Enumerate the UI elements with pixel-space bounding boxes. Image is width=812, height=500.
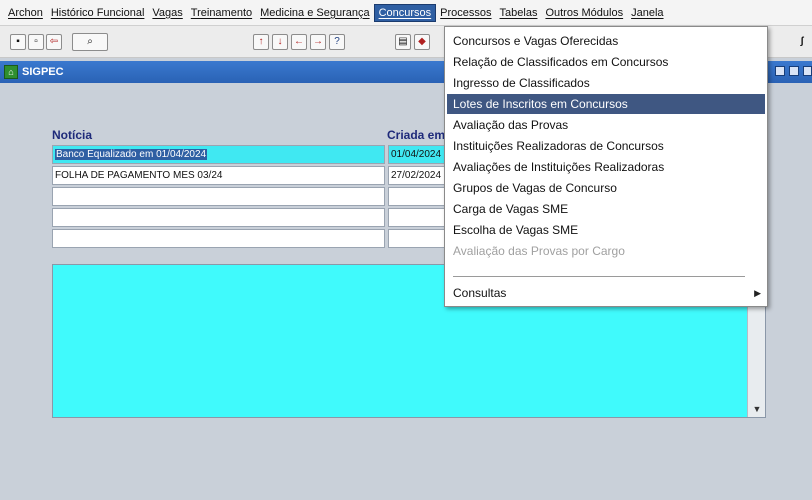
app-icon: ⌂ [4,65,18,79]
menu-item-avaliacoes-instituicoes[interactable]: Avaliações de Instituições Realizadoras [447,157,765,177]
next-record-icon[interactable]: → [310,34,326,50]
minimize-icon[interactable] [775,66,785,76]
menu-item-avaliacao-provas[interactable]: Avaliação das Provas [447,115,765,135]
menu-bar: Archon Histórico Funcional Vagas Treinam… [0,0,812,26]
exit-icon[interactable]: ⇦ [46,34,62,50]
criada-em-value: 01/04/2024 [391,149,442,160]
delete-icon[interactable]: ▫ [28,34,44,50]
submenu-arrow-icon: ▶ [754,288,761,298]
noticia-field[interactable] [52,187,385,206]
menu-item-avaliacao-provas-cargo: Avaliação das Provas por Cargo [453,244,625,258]
maximize-icon[interactable] [789,66,799,76]
menu-item-escolha-vagas-sme[interactable]: Escolha de Vagas SME [447,220,765,240]
menu-vagas[interactable]: Vagas [148,5,186,21]
previous-record-icon[interactable]: ← [291,34,307,50]
menu-outros-modulos[interactable]: Outros Módulos [541,5,627,21]
concursos-dropdown-menu: Concursos e Vagas Oferecidas Relação de … [444,26,768,307]
tool-icon[interactable]: ◆ [414,34,430,50]
window-title: SIGPEC [22,66,64,78]
query-icon[interactable]: ⌕ [72,33,108,51]
menu-concursos[interactable]: Concursos [373,3,437,22]
menu-medicina-seguranca[interactable]: Medicina e Segurança [256,5,373,21]
menu-item-lotes-inscritos[interactable]: Lotes de Inscritos em Concursos [447,94,765,114]
noticia-field[interactable]: FOLHA DE PAGAMENTO MES 03/24 [52,166,385,185]
menu-item-carga-vagas-sme[interactable]: Carga de Vagas SME [447,199,765,219]
criada-em-field[interactable] [388,229,448,248]
noticia-value: FOLHA DE PAGAMENTO MES 03/24 [55,170,223,181]
menu-historico-funcional[interactable]: Histórico Funcional [47,5,149,21]
noticia-header: Notícia [52,128,93,142]
menu-tabelas[interactable]: Tabelas [496,5,542,21]
menu-archon[interactable]: Archon [4,5,47,21]
print-icon[interactable]: ▤ [395,34,411,50]
menu-item-consultas[interactable]: Consultas [447,283,765,303]
menu-janela[interactable]: Janela [627,5,667,21]
noticia-field[interactable] [52,208,385,227]
menu-item-grupos-vagas[interactable]: Grupos de Vagas de Concurso [447,178,765,198]
menu-item-ingresso-classificados[interactable]: Ingresso de Classificados [447,73,765,93]
scroll-down-icon[interactable]: ▼ [751,403,763,415]
noticia-field[interactable] [52,229,385,248]
criada-em-field[interactable] [388,208,448,227]
noticia-value: Banco Equalizado em 01/04/2024 [55,149,208,160]
menu-item-concursos-vagas[interactable]: Concursos e Vagas Oferecidas [447,31,765,51]
menu-separator [453,276,745,277]
menu-treinamento[interactable]: Treinamento [187,5,256,21]
criada-em-value: 27/02/2024 [391,170,442,181]
menu-item-instituicoes-realizadoras[interactable]: Instituições Realizadoras de Concursos [447,136,765,156]
criada-em-field[interactable]: 27/02/2024 [388,166,448,185]
criada-em-header: Criada em [387,128,446,142]
menu-item-relacao-classificados[interactable]: Relação de Classificados em Concursos [447,52,765,72]
script-icon[interactable]: ʃ [794,34,810,50]
criada-em-field[interactable] [388,187,448,206]
help-icon[interactable]: ? [329,34,345,50]
menu-processos[interactable]: Processos [436,5,495,21]
noticia-field[interactable]: Banco Equalizado em 01/04/2024 [52,145,385,164]
first-record-icon[interactable]: ↑ [253,34,269,50]
last-record-icon[interactable]: ↓ [272,34,288,50]
close-icon[interactable] [803,66,812,76]
save-icon[interactable]: ▪ [10,34,26,50]
criada-em-field[interactable]: 01/04/2024 [388,145,448,164]
